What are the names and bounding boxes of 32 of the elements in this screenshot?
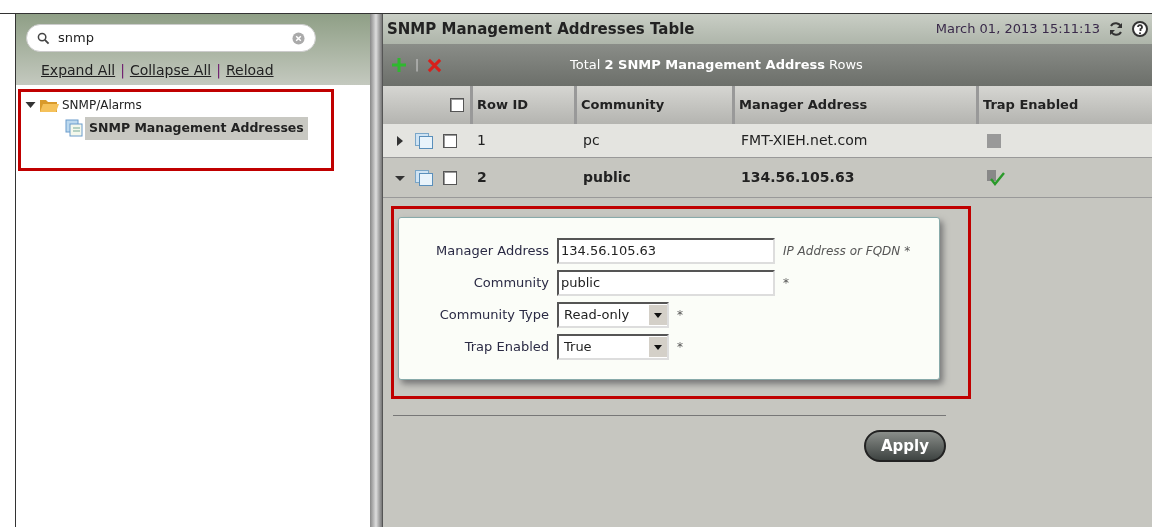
table-cell-text: 1	[476, 131, 487, 150]
tree-link[interactable]: Collapse All	[129, 60, 212, 81]
search-field[interactable]: snmp	[26, 24, 316, 52]
table-cell-text: 2	[476, 168, 488, 187]
field-label: Community	[472, 274, 549, 293]
dropdown[interactable]: Read-only	[557, 302, 669, 328]
table-cell-text: FMT-XIEH.net.com	[740, 131, 869, 150]
column-header[interactable]: Trap Enabled	[979, 86, 1152, 124]
field-label: Manager Address	[435, 242, 549, 261]
apply-button[interactable]: Apply	[864, 430, 946, 462]
toolbar-separator: |	[415, 57, 420, 74]
row-count: Total 2 SNMP Management Address Rows	[570, 56, 863, 75]
dropdown[interactable]: True	[557, 334, 669, 360]
field-label: Trap Enabled	[463, 338, 549, 357]
required-mark: *	[677, 339, 683, 356]
text-field[interactable]: 134.56.105.63	[557, 238, 775, 264]
field-hint: IP Address or FQDN *	[783, 243, 911, 260]
tree-item[interactable]: SNMP/Alarms	[62, 96, 142, 114]
table-cell-text: 134.56.105.63	[740, 168, 856, 187]
panel-title: SNMP Management Addresses Table	[387, 18, 695, 40]
link-separator: |	[216, 61, 221, 81]
tree-link[interactable]: Expand All	[41, 60, 116, 81]
required-mark: *	[783, 275, 789, 292]
tree-item[interactable]: SNMP Management Addresses	[85, 117, 308, 140]
text-field[interactable]: public	[557, 270, 775, 296]
required-mark: *	[677, 307, 683, 324]
table-cell-text: pc	[582, 131, 601, 150]
field-label: Community Type	[438, 306, 549, 325]
date-time: March 01, 2013 15:11:13	[935, 20, 1100, 39]
table-cell-text: public	[582, 168, 632, 187]
link-separator: |	[120, 61, 125, 81]
tree-link[interactable]: Reload	[225, 60, 274, 81]
